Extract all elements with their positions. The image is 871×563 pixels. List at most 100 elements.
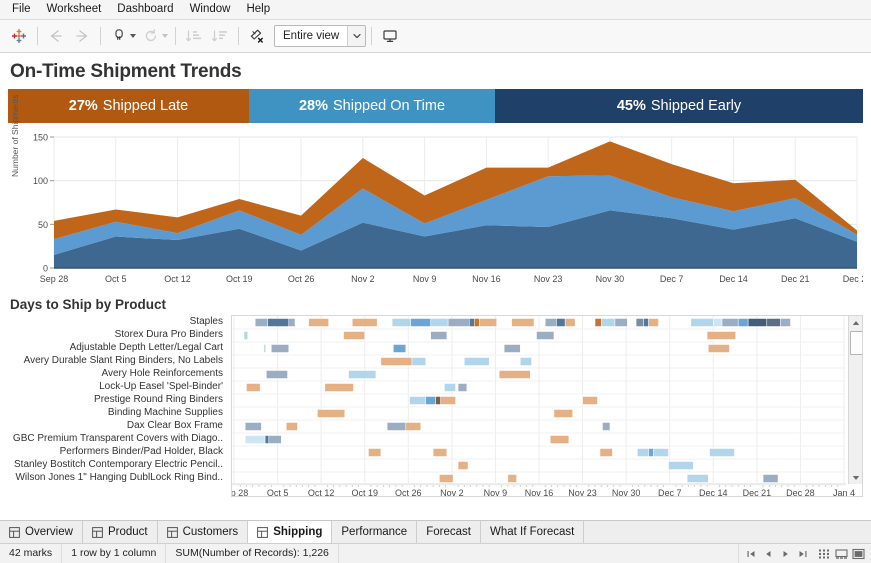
- gantt-bar[interactable]: [387, 423, 406, 431]
- gantt-bar[interactable]: [458, 462, 468, 470]
- gantt-bar[interactable]: [266, 371, 287, 379]
- gantt-bar[interactable]: [439, 475, 453, 483]
- gantt-bar[interactable]: [595, 319, 601, 327]
- gantt-bar[interactable]: [668, 462, 693, 470]
- gantt-bar[interactable]: [393, 345, 405, 353]
- gantt-bar[interactable]: [649, 449, 654, 457]
- gantt-bar[interactable]: [710, 449, 735, 457]
- gantt-vertical-scrollbar[interactable]: [848, 316, 862, 484]
- gantt-bar[interactable]: [344, 332, 365, 340]
- gantt-bar[interactable]: [406, 423, 421, 431]
- gantt-bar[interactable]: [381, 358, 412, 366]
- gantt-bar[interactable]: [713, 319, 722, 327]
- gantt-bar[interactable]: [763, 475, 778, 483]
- gantt-plot-area[interactable]: Sep 28Oct 5Oct 12Oct 19Oct 26Nov 2Nov 9N…: [231, 315, 863, 497]
- gantt-bar[interactable]: [269, 436, 281, 444]
- gantt-bar[interactable]: [554, 410, 573, 418]
- gantt-bar[interactable]: [431, 319, 448, 327]
- gantt-bar[interactable]: [602, 423, 609, 431]
- gantt-bar[interactable]: [545, 319, 556, 327]
- scroll-up-arrow-icon[interactable]: [849, 316, 863, 329]
- gantt-bar[interactable]: [637, 449, 648, 457]
- gantt-bar[interactable]: [781, 319, 791, 327]
- gantt-bar[interactable]: [264, 345, 266, 353]
- sort-ascending-icon[interactable]: [181, 24, 207, 48]
- show-filmstrip-icon[interactable]: [817, 546, 832, 561]
- pause-auto-update-icon[interactable]: [106, 24, 132, 48]
- tab-customers[interactable]: Customers: [158, 521, 249, 543]
- gantt-bar[interactable]: [265, 436, 269, 444]
- gantt-bar[interactable]: [448, 319, 469, 327]
- go-to-last-icon[interactable]: [795, 546, 810, 561]
- back-arrow-icon[interactable]: [43, 24, 69, 48]
- menu-item-window[interactable]: Window: [182, 1, 239, 19]
- kpi-shipped-late[interactable]: 27%Shipped Late: [8, 89, 249, 123]
- gantt-bar[interactable]: [268, 319, 289, 327]
- sort-descending-icon[interactable]: [207, 24, 233, 48]
- gantt-bar[interactable]: [479, 319, 496, 327]
- gantt-bar[interactable]: [649, 319, 659, 327]
- tab-forecast[interactable]: Forecast: [417, 521, 481, 543]
- gantt-bar[interactable]: [412, 358, 426, 366]
- gantt-bar[interactable]: [550, 436, 569, 444]
- gantt-bar[interactable]: [708, 345, 729, 353]
- shipment-trend-area-chart[interactable]: Number of Shipments 050100150Sep 28Oct 5…: [8, 129, 863, 294]
- tab-what-if-forecast[interactable]: What If Forecast: [481, 521, 584, 543]
- gantt-bar[interactable]: [244, 332, 248, 340]
- gantt-bar[interactable]: [601, 319, 615, 327]
- gantt-bar[interactable]: [309, 319, 329, 327]
- gantt-bar[interactable]: [289, 319, 295, 327]
- gantt-bar[interactable]: [433, 449, 447, 457]
- chevron-down-icon[interactable]: [347, 26, 365, 46]
- gantt-bar[interactable]: [654, 449, 669, 457]
- show-single-sheet-icon[interactable]: [851, 546, 866, 561]
- gantt-bar[interactable]: [508, 475, 517, 483]
- gantt-bar[interactable]: [738, 319, 748, 327]
- menu-item-file[interactable]: File: [4, 1, 39, 19]
- go-to-previous-icon[interactable]: [761, 546, 776, 561]
- gantt-bar[interactable]: [636, 319, 643, 327]
- gantt-bar[interactable]: [317, 410, 344, 418]
- gantt-bar[interactable]: [458, 384, 467, 392]
- gantt-bar[interactable]: [583, 397, 598, 405]
- gantt-bar[interactable]: [441, 397, 456, 405]
- menu-item-worksheet[interactable]: Worksheet: [39, 1, 110, 19]
- gantt-bar[interactable]: [499, 371, 530, 379]
- gantt-bar[interactable]: [537, 332, 554, 340]
- kpi-shipped-on-time[interactable]: 28%Shipped On Time: [249, 89, 495, 123]
- tableau-logo-icon[interactable]: [6, 24, 32, 48]
- menu-item-help[interactable]: Help: [238, 1, 278, 19]
- forward-arrow-icon[interactable]: [69, 24, 95, 48]
- menu-item-dashboard[interactable]: Dashboard: [109, 1, 181, 19]
- gantt-bar[interactable]: [444, 384, 455, 392]
- gantt-bar[interactable]: [615, 319, 627, 327]
- gantt-bar[interactable]: [707, 332, 736, 340]
- gantt-bar[interactable]: [691, 319, 713, 327]
- tab-product[interactable]: Product: [83, 521, 158, 543]
- gantt-bar[interactable]: [325, 384, 354, 392]
- gantt-bar[interactable]: [411, 319, 431, 327]
- gantt-bar[interactable]: [245, 423, 261, 431]
- gantt-bar[interactable]: [410, 397, 426, 405]
- gantt-bar[interactable]: [748, 319, 767, 327]
- gantt-bar[interactable]: [392, 319, 411, 327]
- gantt-bar[interactable]: [556, 319, 565, 327]
- gantt-bar[interactable]: [426, 397, 436, 405]
- gantt-bar[interactable]: [767, 319, 781, 327]
- tab-performance[interactable]: Performance: [332, 521, 417, 543]
- gantt-bar[interactable]: [722, 319, 738, 327]
- gantt-bar[interactable]: [245, 436, 265, 444]
- go-to-first-icon[interactable]: [744, 546, 759, 561]
- gantt-bar[interactable]: [520, 358, 531, 366]
- gantt-bar[interactable]: [436, 397, 441, 405]
- gantt-bar[interactable]: [504, 345, 520, 353]
- refresh-data-source-icon[interactable]: [138, 24, 164, 48]
- gantt-bar[interactable]: [286, 423, 297, 431]
- scroll-down-arrow-icon[interactable]: [849, 471, 863, 484]
- tab-overview[interactable]: Overview: [0, 521, 83, 543]
- go-to-next-icon[interactable]: [778, 546, 793, 561]
- gantt-bar[interactable]: [469, 319, 474, 327]
- gantt-bar[interactable]: [600, 449, 612, 457]
- gantt-bar[interactable]: [464, 358, 489, 366]
- clear-sheet-icon[interactable]: [244, 24, 270, 48]
